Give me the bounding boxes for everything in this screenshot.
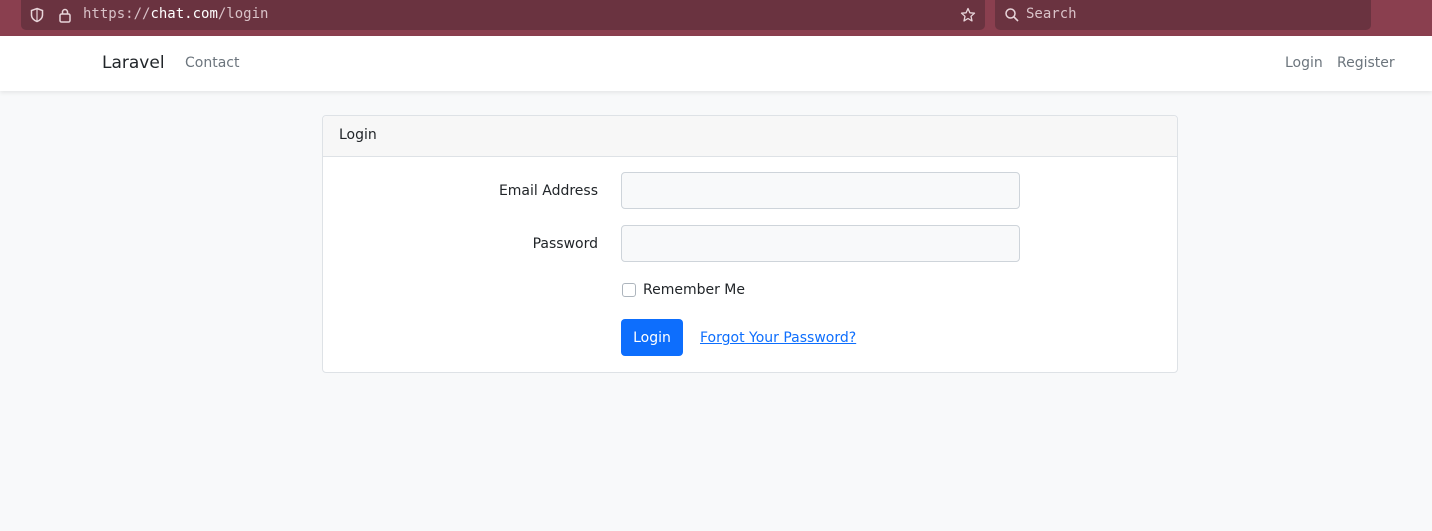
search-bar[interactable]: Search — [995, 0, 1371, 30]
search-placeholder: Search — [1026, 6, 1077, 22]
url-path: /login — [217, 6, 269, 22]
card-header: Login — [323, 116, 1177, 157]
password-label: Password — [532, 236, 598, 252]
url-text[interactable]: https://chat.com/login — [83, 6, 268, 22]
lock-icon[interactable] — [57, 7, 73, 23]
login-card: Login Email Address Password Remember Me… — [322, 115, 1178, 373]
url-scheme: https:// — [83, 6, 151, 22]
nav-link-register[interactable]: Register — [1337, 55, 1395, 71]
email-label: Email Address — [498, 183, 598, 199]
email-field[interactable] — [621, 172, 1020, 209]
login-button[interactable]: Login — [621, 319, 683, 356]
remember-label[interactable]: Remember Me — [643, 282, 745, 298]
browser-toolbar: https://chat.com/login Search — [0, 0, 1432, 36]
address-bar[interactable]: https://chat.com/login — [21, 0, 985, 30]
password-field[interactable] — [621, 225, 1020, 262]
navbar: Laravel Contact Login Register — [0, 36, 1432, 91]
nav-link-contact[interactable]: Contact — [185, 55, 239, 71]
brand-link[interactable]: Laravel — [102, 53, 165, 73]
nav-link-login[interactable]: Login — [1285, 55, 1323, 71]
star-icon[interactable] — [960, 7, 976, 23]
remember-checkbox[interactable] — [622, 283, 636, 297]
forgot-password-link[interactable]: Forgot Your Password? — [700, 330, 856, 346]
search-icon — [1004, 7, 1020, 23]
shield-icon[interactable] — [29, 7, 45, 23]
url-host: chat.com — [150, 6, 218, 22]
